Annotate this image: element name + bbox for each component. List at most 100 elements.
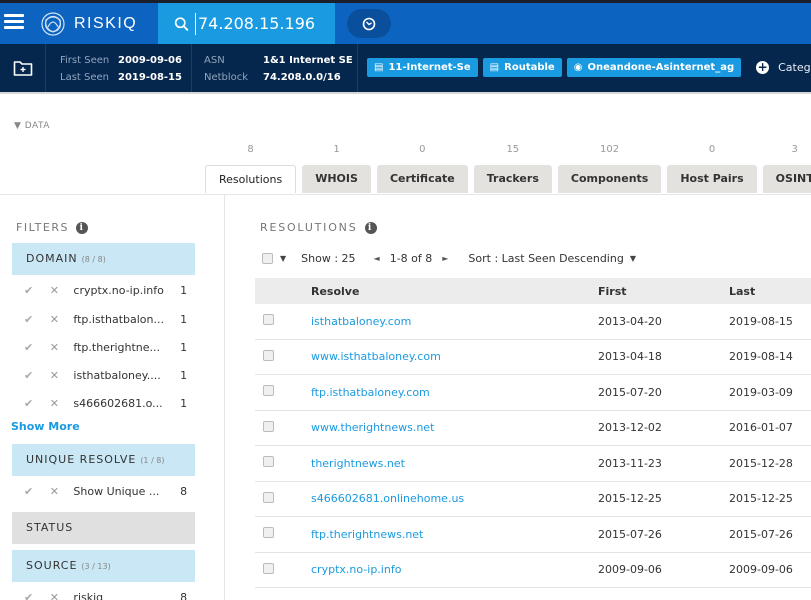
first-seen-cell: 2013-04-20 [598, 314, 662, 328]
column-first[interactable]: First [598, 285, 729, 298]
filter-group-unique-resolve[interactable]: UNIQUE RESOLVE (1 / 8) [12, 444, 195, 476]
brand-logo[interactable]: RISKIQ [40, 9, 137, 39]
filter-group-label: SOURCE [26, 559, 78, 572]
tab-resolutions[interactable]: 8 Resolutions [205, 143, 297, 193]
info-icon[interactable]: i [75, 221, 88, 234]
tab-components[interactable]: 102 Components [557, 143, 662, 193]
filter-item-name[interactable]: s466602681.o... [73, 397, 180, 410]
globe-icon: ◉ [573, 62, 583, 73]
check-icon[interactable]: ✔ [24, 591, 50, 600]
tab-count: 15 [506, 144, 520, 155]
resolutions-title: RESOLUTIONS [260, 221, 358, 234]
filter-item-name[interactable]: ftp.isthatbalon... [73, 313, 180, 326]
netblock-label: Netblock [204, 72, 249, 83]
row-checkbox[interactable] [263, 491, 274, 503]
data-tabs: 8 Resolutions 1 WHOIS 0 Certificate 15 T… [205, 143, 811, 193]
resolve-link[interactable]: ftp.therightnews.net [311, 528, 598, 541]
last-seen-cell: 2019-08-14 [729, 350, 793, 364]
row-checkbox[interactable] [263, 420, 274, 432]
resolve-link[interactable]: www.therightnews.net [311, 421, 598, 434]
resolve-link[interactable]: isthatbaloney.com [311, 315, 598, 328]
check-icon[interactable]: ✔ [24, 369, 50, 382]
tab-osint[interactable]: 3 OSINT [762, 143, 811, 193]
last-seen-cell: 2019-08-15 [729, 314, 793, 328]
filter-group-status[interactable]: STATUS [12, 512, 195, 544]
exclude-icon[interactable]: ✕ [50, 284, 74, 297]
resolve-link[interactable]: therightnews.net [311, 457, 598, 470]
row-checkbox[interactable] [263, 314, 274, 326]
page-size-select[interactable]: Show : 25 [301, 252, 355, 265]
first-seen-value: 2009-09-06 [118, 55, 182, 66]
filter-group-domain[interactable]: DOMAIN (8 / 8) [12, 243, 195, 275]
row-checkbox[interactable] [263, 527, 274, 539]
history-button[interactable] [347, 9, 391, 38]
filter-item: ✔ ✕ ftp.therightne... 1 [24, 337, 194, 357]
tab-certificate[interactable]: 0 Certificate [376, 143, 468, 193]
exclude-icon[interactable]: ✕ [50, 485, 74, 498]
tab-label[interactable]: WHOIS [302, 165, 371, 193]
show-more-link[interactable]: Show More [11, 420, 80, 433]
check-icon[interactable]: ✔ [24, 313, 50, 326]
sort-caret-icon[interactable]: ▼ [630, 254, 636, 263]
resolve-link[interactable]: ftp.isthatbaloney.com [311, 386, 598, 399]
filter-item-name[interactable]: ftp.therightne... [73, 341, 180, 354]
row-checkbox[interactable] [263, 562, 274, 574]
categorize-button[interactable]: + Categoriz [756, 61, 811, 74]
first-seen-cell: 2015-07-26 [598, 527, 662, 541]
filter-group-source[interactable]: SOURCE (3 / 13) [12, 550, 195, 582]
select-all-checkbox[interactable] [262, 253, 273, 264]
filter-item-name[interactable]: Show Unique ... [73, 485, 180, 498]
tag-oneandone[interactable]: ◉ Oneandone-Asinternet_ag [566, 58, 742, 77]
check-icon[interactable]: ✔ [24, 485, 50, 498]
asn-label: ASN [204, 55, 225, 66]
prev-page-icon[interactable]: ◄ [374, 254, 380, 263]
resolve-link[interactable]: www.isthatbaloney.com [311, 350, 598, 363]
sort-select[interactable]: Sort : Last Seen Descending [468, 252, 623, 265]
first-seen-cell: 2015-07-20 [598, 385, 662, 399]
hamburger-icon[interactable] [4, 11, 24, 33]
select-menu-caret-icon[interactable]: ▼ [280, 254, 286, 263]
tag-11-internet-se[interactable]: ▤ 11-Internet-Se [367, 58, 478, 77]
tab-label[interactable]: Components [557, 165, 662, 193]
row-checkbox[interactable] [263, 349, 274, 361]
tab-whois[interactable]: 1 WHOIS [302, 143, 371, 193]
table-controls: ▼ Show : 25 ◄ 1-8 of 8 ► Sort : Last See… [262, 252, 636, 265]
table-row: therightnews.net 2013-11-23 2015-12-28 [255, 446, 811, 482]
next-page-icon[interactable]: ► [442, 254, 448, 263]
filter-item-name[interactable]: isthatbaloney.... [73, 369, 180, 382]
filters-heading: FILTERS i [16, 221, 88, 234]
tab-label[interactable]: Resolutions [205, 165, 297, 193]
resolutions-table: Resolve First Last isthatbaloney.com 201… [255, 278, 811, 588]
filter-group-label: DOMAIN [26, 252, 78, 265]
search-input[interactable] [195, 12, 335, 35]
filter-item-name[interactable]: cryptx.no-ip.info [73, 284, 180, 297]
tab-label[interactable]: Trackers [473, 165, 552, 193]
column-resolve[interactable]: Resolve [311, 285, 598, 298]
resolve-link[interactable]: s466602681.onlinehome.us [311, 492, 598, 505]
search-icon[interactable] [174, 15, 189, 33]
tab-label[interactable]: OSINT [762, 165, 811, 193]
check-icon[interactable]: ✔ [24, 341, 50, 354]
tab-label[interactable]: Certificate [376, 165, 468, 193]
tag-routable[interactable]: ▤ Routable [482, 58, 562, 77]
data-section-toggle[interactable]: ▼ DATA [14, 121, 50, 131]
exclude-icon[interactable]: ✕ [50, 591, 74, 600]
row-checkbox[interactable] [263, 456, 274, 468]
resolve-link[interactable]: cryptx.no-ip.info [311, 563, 598, 576]
info-icon[interactable]: i [364, 221, 377, 234]
filter-item-name[interactable]: riskiq [73, 591, 180, 600]
tab-label[interactable]: Host Pairs [667, 165, 757, 193]
column-last[interactable]: Last [729, 285, 811, 298]
tab-trackers[interactable]: 15 Trackers [473, 143, 552, 193]
table-row: s466602681.onlinehome.us 2015-12-25 2015… [255, 482, 811, 517]
check-icon[interactable]: ✔ [24, 284, 50, 297]
tab-host-pairs[interactable]: 0 Host Pairs [667, 143, 757, 193]
add-to-project-button[interactable] [0, 44, 46, 92]
exclude-icon[interactable]: ✕ [50, 369, 74, 382]
exclude-icon[interactable]: ✕ [50, 313, 74, 326]
row-checkbox[interactable] [263, 385, 274, 397]
exclude-icon[interactable]: ✕ [50, 341, 74, 354]
filter-item-count: 1 [180, 283, 188, 297]
check-icon[interactable]: ✔ [24, 397, 50, 410]
exclude-icon[interactable]: ✕ [50, 397, 74, 410]
